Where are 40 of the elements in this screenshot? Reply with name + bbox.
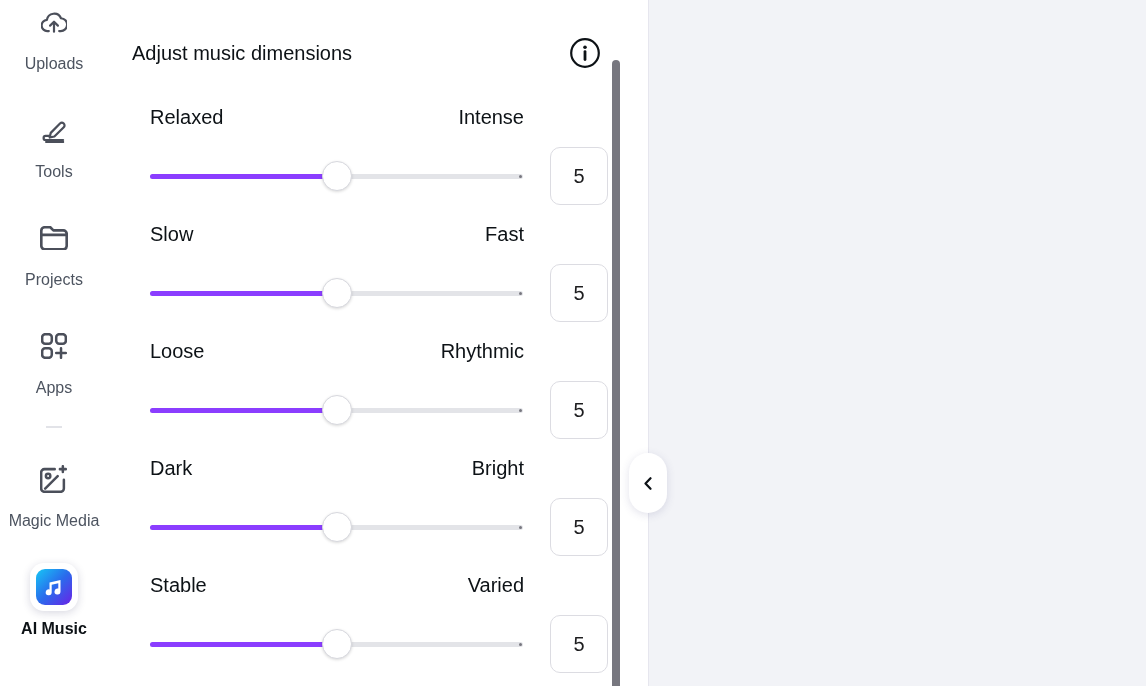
slider-label: Dark	[150, 456, 193, 481]
end-marker-icon	[519, 174, 523, 178]
slider-label: Bright	[471, 456, 524, 481]
end-marker-icon	[519, 642, 523, 646]
slider-thumb[interactable]	[321, 160, 352, 191]
value-field[interactable]: 5	[550, 498, 608, 556]
slider-thumb[interactable]	[321, 628, 352, 659]
slider-thumb[interactable]	[321, 394, 352, 425]
slider-label: Intense	[458, 105, 524, 130]
end-marker-icon	[519, 291, 523, 295]
slider-label: Rhythmic	[440, 339, 524, 364]
cloud-upload-icon	[41, 11, 67, 33]
sidebar-item[interactable]: Uploads	[24, 0, 84, 74]
sidebar-item[interactable]: Apps	[30, 322, 78, 398]
value-field[interactable]: 5	[550, 264, 608, 322]
value-field[interactable]: 5	[550, 147, 608, 205]
sidebar-item[interactable]: Tools	[30, 106, 78, 182]
chevron-left-icon	[644, 476, 652, 490]
grid-plus-icon	[41, 333, 67, 359]
sidebar-item[interactable]: Projects	[25, 214, 83, 290]
slider-label: Slow	[150, 222, 194, 247]
slider-label: Fast	[485, 222, 524, 247]
slider-thumb[interactable]	[321, 511, 352, 542]
image-wand-icon	[40, 465, 68, 493]
info-icon[interactable]	[570, 38, 600, 68]
slider-label: Stable	[150, 573, 207, 598]
sidebar-item[interactable]: AI Music	[21, 563, 87, 639]
value-field[interactable]: 5	[550, 381, 608, 439]
end-marker-icon	[519, 408, 523, 412]
panel-title: Adjust music dimensions	[132, 41, 353, 66]
slider-thumb[interactable]	[321, 277, 352, 308]
slider-label: Relaxed	[150, 105, 224, 130]
value-field[interactable]: 5	[550, 615, 608, 673]
end-marker-icon	[519, 525, 523, 529]
slider-label: Varied	[467, 573, 524, 598]
music-app-icon	[30, 563, 78, 611]
folder-icon	[40, 226, 68, 250]
sidebar-item[interactable]: Magic Media	[8, 455, 100, 531]
scrollbar[interactable]	[612, 60, 620, 686]
slider-label: Loose	[150, 339, 205, 364]
